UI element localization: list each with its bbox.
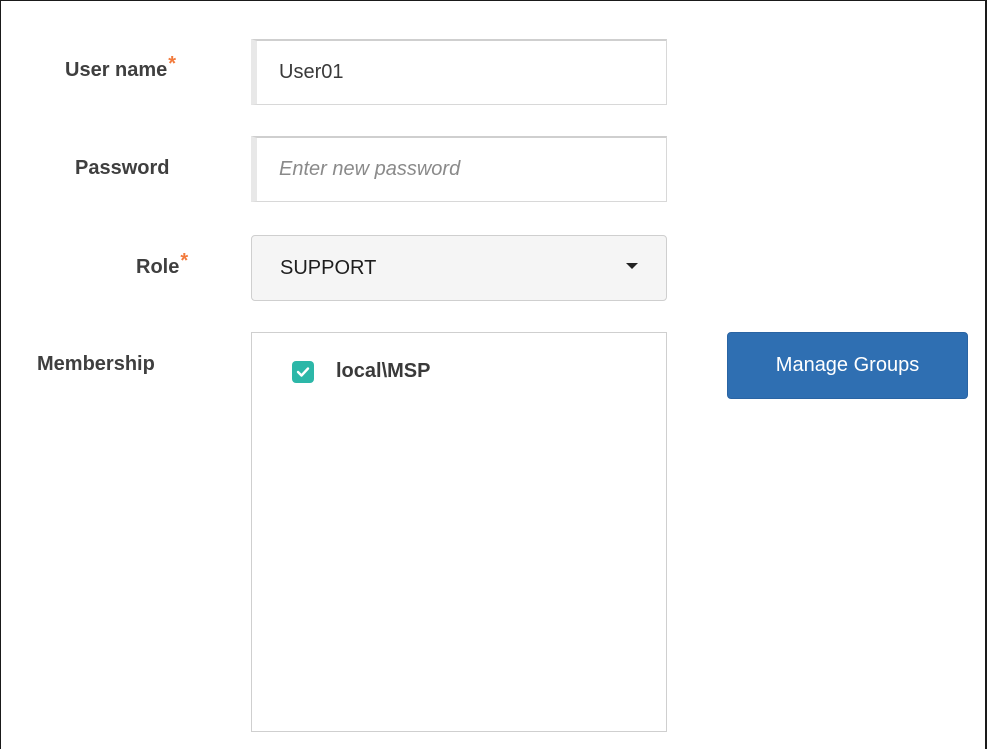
role-label-text: Role bbox=[136, 256, 180, 278]
membership-label-text: Membership bbox=[37, 353, 155, 375]
manage-groups-button[interactable]: Manage Groups bbox=[727, 332, 968, 399]
username-required-mark: * bbox=[168, 53, 177, 75]
check-icon bbox=[296, 366, 310, 377]
caret-down-icon bbox=[626, 263, 638, 269]
membership-checkbox[interactable] bbox=[292, 360, 314, 383]
panel-right-border bbox=[985, 0, 987, 749]
role-required-mark: * bbox=[180, 250, 189, 272]
password-placeholder: Enter new password bbox=[279, 158, 461, 180]
user-form-panel: User name* User01 Password Enter new pas… bbox=[0, 0, 987, 749]
membership-label: Membership bbox=[37, 353, 155, 376]
role-selected-value: SUPPORT bbox=[280, 256, 377, 279]
password-label: Password bbox=[75, 157, 169, 180]
role-select[interactable]: SUPPORT bbox=[251, 235, 667, 301]
username-label-text: User name bbox=[65, 59, 168, 81]
membership-item-label: local\MSP bbox=[336, 360, 431, 382]
role-label: Role* bbox=[136, 250, 188, 279]
username-value: User01 bbox=[279, 61, 344, 83]
username-input[interactable]: User01 bbox=[251, 39, 667, 105]
password-label-text: Password bbox=[75, 157, 170, 179]
membership-item-local-msp[interactable]: local\MSP bbox=[292, 360, 430, 383]
username-label: User name* bbox=[65, 53, 176, 82]
membership-list: local\MSP bbox=[251, 332, 667, 732]
password-input[interactable]: Enter new password bbox=[251, 136, 667, 202]
